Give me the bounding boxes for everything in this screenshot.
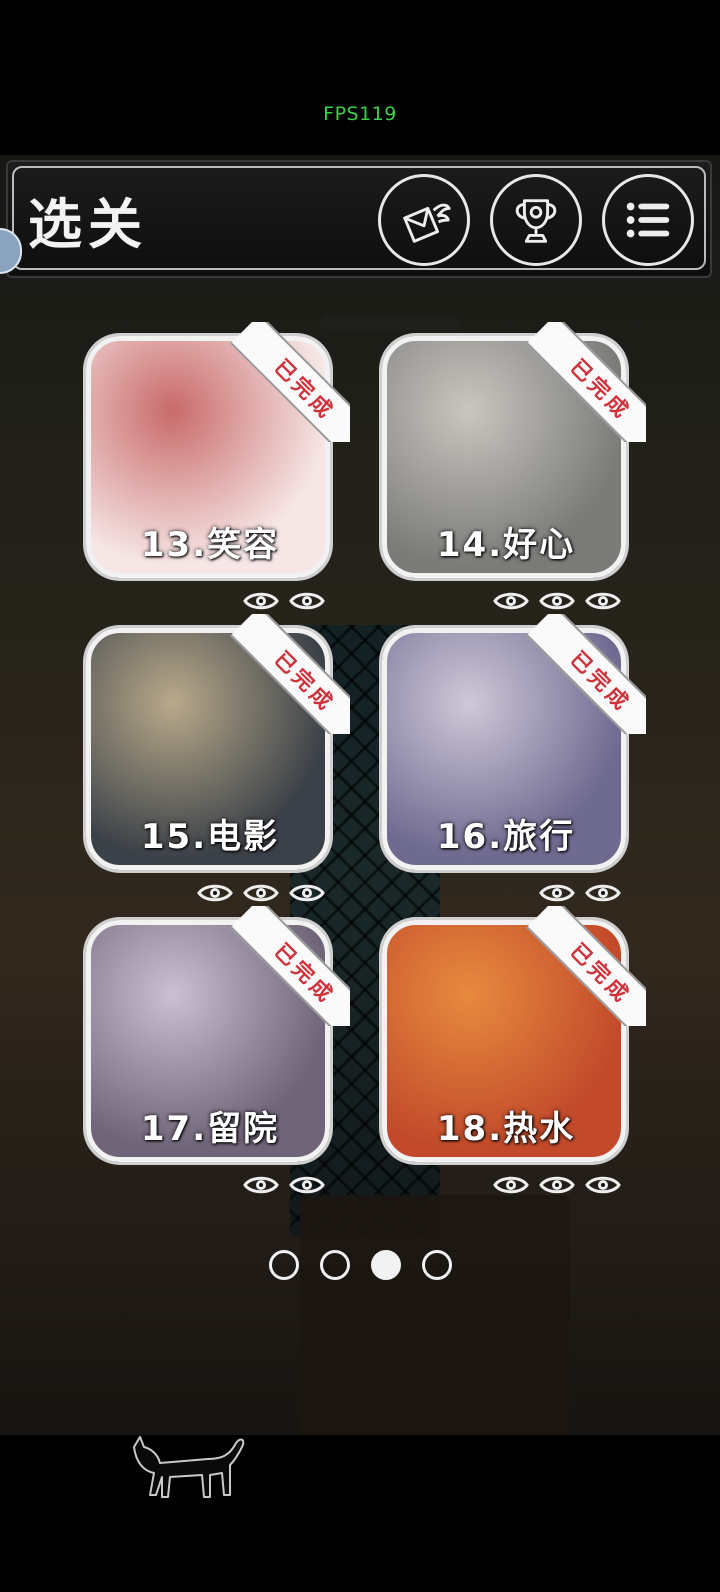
eye-icon — [584, 1172, 622, 1198]
completed-badge: 已完成 — [230, 906, 350, 1026]
eye-icon — [538, 588, 576, 614]
level-card[interactable]: 16.旅行 已完成 — [376, 614, 646, 880]
eye-icon — [242, 588, 280, 614]
completed-badge: 已完成 — [526, 322, 646, 442]
level-card[interactable]: 15.电影 已完成 — [80, 614, 350, 880]
header-bar: 选关 — [6, 160, 712, 278]
completed-ribbon: 已完成 — [526, 614, 646, 734]
level-card[interactable]: 17.留院 已完成 — [80, 906, 350, 1172]
page-dot[interactable] — [268, 1250, 299, 1280]
page-dot[interactable] — [421, 1250, 452, 1280]
completed-ribbon: 已完成 — [230, 614, 350, 734]
level-label: 16.旅行 — [436, 817, 576, 857]
completed-ribbon: 已完成 — [230, 322, 350, 442]
level-label: 14.好心 — [436, 525, 576, 565]
page-indicator — [0, 1250, 720, 1280]
completed-badge: 已完成 — [526, 906, 646, 1026]
mail-button[interactable] — [378, 174, 470, 266]
eye-icon — [242, 1172, 280, 1198]
completed-badge: 已完成 — [230, 614, 350, 734]
winged-envelope-icon — [403, 203, 451, 243]
eye-icon — [538, 880, 576, 906]
completed-ribbon: 已完成 — [230, 906, 350, 1026]
level-label: 18.热水 — [436, 1109, 576, 1149]
completed-ribbon: 已完成 — [526, 906, 646, 1026]
level-label: 15.电影 — [140, 817, 280, 857]
level-card[interactable]: 14.好心 已完成 — [376, 322, 646, 588]
page-title: 选关 — [28, 193, 148, 256]
trophy-button[interactable] — [490, 174, 582, 266]
hint-eyes — [196, 880, 326, 906]
completed-badge: 已完成 — [230, 322, 350, 442]
cat-silhouette — [133, 1436, 245, 1498]
eye-icon — [288, 880, 326, 906]
eye-icon — [584, 880, 622, 906]
menu-button[interactable] — [602, 174, 694, 266]
hint-eyes — [242, 588, 326, 614]
eye-icon — [196, 880, 234, 906]
eye-icon — [492, 1172, 530, 1198]
list-menu-icon — [626, 202, 670, 238]
eye-icon — [288, 588, 326, 614]
level-label: 17.留院 — [140, 1109, 280, 1149]
eye-icon — [538, 1172, 576, 1198]
page-dot[interactable] — [319, 1250, 350, 1280]
level-card[interactable]: 13.笑容 已完成 — [80, 322, 350, 588]
hint-eyes — [242, 1172, 326, 1198]
hint-eyes — [538, 880, 622, 906]
eye-icon — [242, 880, 280, 906]
level-card[interactable]: 18.热水 已完成 — [376, 906, 646, 1172]
completed-badge: 已完成 — [526, 614, 646, 734]
hint-eyes — [492, 588, 622, 614]
eye-icon — [492, 588, 530, 614]
hint-eyes — [492, 1172, 622, 1198]
page-dot[interactable] — [370, 1250, 401, 1280]
eye-icon — [584, 588, 622, 614]
completed-ribbon: 已完成 — [526, 322, 646, 442]
fps-counter: FPS119 — [323, 103, 397, 125]
eye-icon — [288, 1172, 326, 1198]
trophy-icon — [515, 199, 557, 243]
level-label: 13.笑容 — [140, 525, 280, 565]
